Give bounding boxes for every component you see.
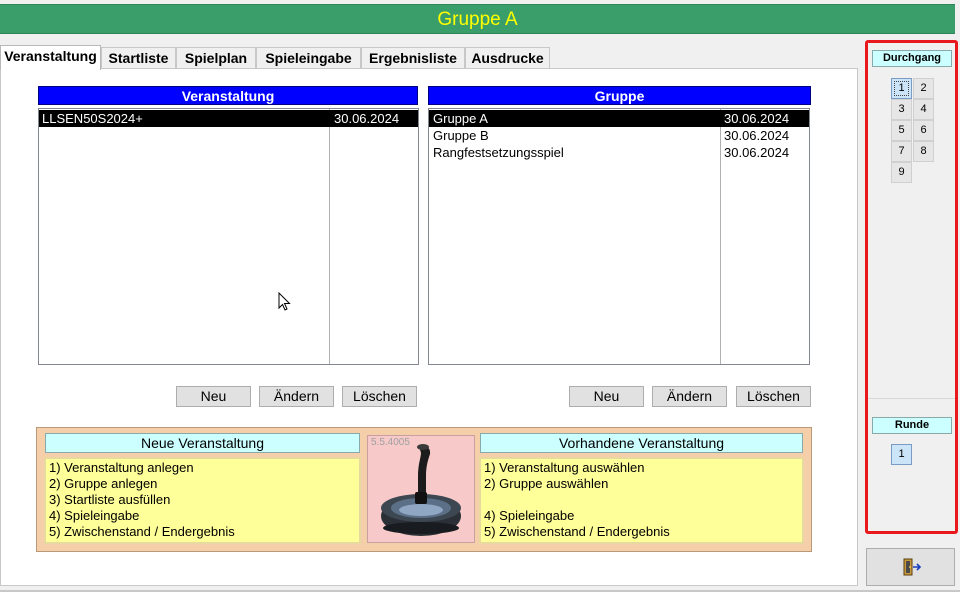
column-divider [329, 109, 330, 364]
event-date: 30.06.2024 [334, 111, 400, 126]
curling-stone-logo: 5.5.4005 [367, 435, 475, 543]
group-name: Gruppe B [433, 128, 489, 143]
step-item: 4) Spieleingabe [49, 508, 140, 523]
tab-startliste[interactable]: Startliste [101, 47, 176, 69]
tab-veranstaltung[interactable]: Veranstaltung [0, 45, 101, 70]
window-title: Gruppe A [0, 4, 955, 34]
group-name: Gruppe A [433, 111, 488, 126]
event-list[interactable]: LLSEN50S2024+ 30.06.2024 [38, 108, 419, 365]
event-name: LLSEN50S2024+ [42, 111, 143, 126]
tab-ergebnisliste[interactable]: Ergebnisliste [361, 47, 465, 69]
group-new-button[interactable]: Neu [569, 386, 644, 407]
list-item[interactable]: Gruppe B 30.06.2024 [429, 127, 809, 144]
step-item: 2) Gruppe anlegen [49, 476, 158, 491]
tab-spielplan[interactable]: Spielplan [176, 47, 256, 69]
step-item: 5) Zwischenstand / Endergebnis [484, 524, 670, 539]
divider [868, 398, 955, 399]
durchgang-button-8[interactable]: 8 [913, 141, 934, 162]
durchgang-button-2[interactable]: 2 [913, 78, 934, 99]
list-item[interactable]: Gruppe A 30.06.2024 [429, 110, 809, 127]
durchgang-button-1[interactable]: 1 [891, 78, 912, 99]
step-item: 3) Startliste ausfüllen [49, 492, 171, 507]
durchgang-button-9[interactable]: 9 [891, 162, 912, 183]
mouse-cursor-icon [278, 292, 291, 311]
durchgang-button-3[interactable]: 3 [891, 99, 912, 120]
list-item[interactable]: Rangfestsetzungsspiel 30.06.2024 [429, 144, 809, 161]
list-item[interactable]: LLSEN50S2024+ 30.06.2024 [39, 110, 418, 127]
durchgang-button-6[interactable]: 6 [913, 120, 934, 141]
tab-ausdrucke[interactable]: Ausdrucke [465, 47, 550, 69]
event-edit-button[interactable]: Ändern [259, 386, 334, 407]
step-item: 1) Veranstaltung auswählen [484, 460, 645, 475]
step-item [484, 492, 799, 508]
durchgang-button-5[interactable]: 5 [891, 120, 912, 141]
exit-button[interactable] [866, 548, 955, 586]
exit-door-icon [903, 558, 922, 576]
event-list-header: Veranstaltung [38, 86, 418, 105]
group-date: 30.06.2024 [724, 128, 790, 143]
group-date: 30.06.2024 [724, 145, 790, 160]
existing-event-header: Vorhandene Veranstaltung [480, 433, 803, 453]
step-item: 1) Veranstaltung anlegen [49, 460, 194, 475]
group-date: 30.06.2024 [724, 111, 790, 126]
group-name: Rangfestsetzungsspiel [433, 145, 564, 160]
new-event-header: Neue Veranstaltung [45, 433, 360, 453]
runde-label: Runde [872, 417, 952, 434]
new-event-steps: 1) Veranstaltung anlegen 2) Gruppe anleg… [44, 457, 361, 544]
existing-event-steps: 1) Veranstaltung auswählen 2) Gruppe aus… [479, 457, 804, 544]
round-selector-panel: Durchgang 1 2 3 4 5 6 7 8 9 Runde 1 [865, 40, 958, 534]
step-item: 5) Zwischenstand / Endergebnis [49, 524, 235, 539]
tab-spieleingabe[interactable]: Spieleingabe [256, 47, 361, 69]
durchgang-label: Durchgang [872, 50, 952, 67]
group-list[interactable]: Gruppe A 30.06.2024 Gruppe B 30.06.2024 … [428, 108, 810, 365]
durchgang-button-7[interactable]: 7 [891, 141, 912, 162]
group-delete-button[interactable]: Löschen [736, 386, 811, 407]
group-edit-button[interactable]: Ändern [652, 386, 727, 407]
event-new-button[interactable]: Neu [176, 386, 251, 407]
step-item: 2) Gruppe auswählen [484, 476, 609, 491]
curling-stone-icon [381, 444, 461, 536]
event-delete-button[interactable]: Löschen [342, 386, 417, 407]
group-list-header: Gruppe [428, 86, 811, 105]
runde-button-1[interactable]: 1 [891, 444, 912, 465]
step-item: 4) Spieleingabe [484, 508, 575, 523]
durchgang-button-4[interactable]: 4 [913, 99, 934, 120]
